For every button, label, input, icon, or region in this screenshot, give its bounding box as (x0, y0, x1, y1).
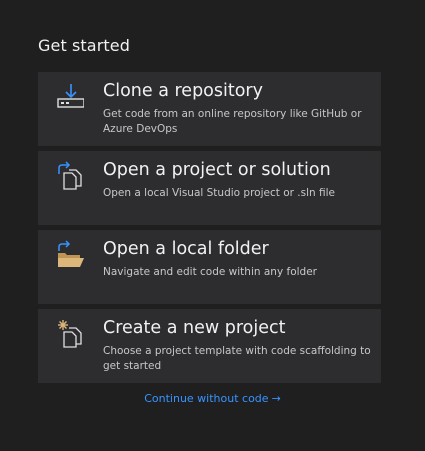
open-folder-heading: Open a local folder (103, 239, 269, 259)
continue-without-code-label: Continue without code (144, 392, 269, 405)
create-project-heading: Create a new project (103, 318, 286, 338)
clone-repository-icon (56, 81, 85, 111)
continue-without-code-link[interactable]: Continue without code → (0, 392, 425, 405)
open-project-description: Open a local Visual Studio project or .s… (103, 187, 335, 199)
open-folder-description: Navigate and edit code within any folder (103, 266, 317, 278)
open-folder-icon (56, 239, 84, 269)
page-title: Get started (38, 36, 130, 55)
open-folder-card[interactable]: Open a local folder Navigate and edit co… (38, 230, 381, 304)
new-project-icon (56, 318, 84, 348)
get-started-panel: Get started Clone a repository Get code … (0, 0, 425, 451)
arrow-right-icon: → (271, 392, 281, 405)
open-project-icon (56, 160, 84, 190)
open-project-heading: Open a project or solution (103, 160, 331, 180)
clone-repository-card[interactable]: Clone a repository Get code from an onli… (38, 72, 381, 146)
clone-repository-description: Get code from an online repository like … (103, 108, 362, 135)
create-project-description: Choose a project template with code scaf… (103, 345, 371, 372)
open-project-card[interactable]: Open a project or solution Open a local … (38, 151, 381, 225)
create-project-card[interactable]: Create a new project Choose a project te… (38, 309, 381, 383)
clone-repository-heading: Clone a repository (103, 81, 263, 101)
